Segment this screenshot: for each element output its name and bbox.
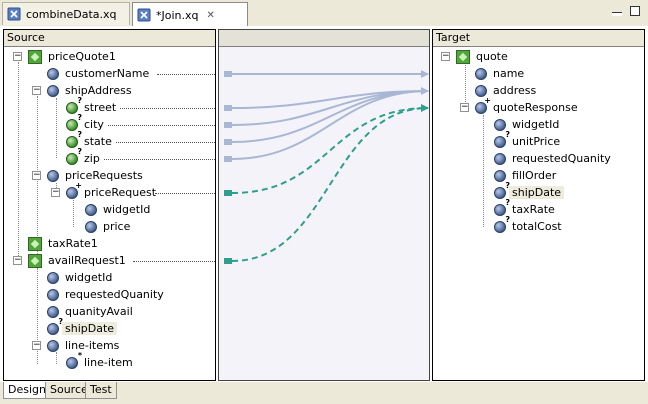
link-availrequest1-quoteresponse[interactable]: [231, 107, 429, 262]
link-anchor[interactable]: [224, 71, 232, 77]
solid-links: [224, 70, 429, 162]
link-anchor[interactable]: [224, 258, 232, 264]
link-pricerequest-quoteresponse[interactable]: [231, 104, 429, 194]
mapping-links: [224, 70, 429, 264]
dashed-links: [224, 104, 429, 264]
link-zip-address[interactable]: [231, 90, 429, 160]
bottom-tab-bar: Design Source Test: [0, 382, 648, 404]
link-anchor[interactable]: [224, 139, 232, 145]
link-anchor[interactable]: [224, 190, 232, 196]
link-anchor[interactable]: [224, 156, 232, 162]
link-anchor[interactable]: [224, 122, 232, 128]
tab-design[interactable]: Design: [3, 382, 51, 399]
link-anchor[interactable]: [224, 105, 232, 111]
tab-test[interactable]: Test: [85, 382, 117, 399]
